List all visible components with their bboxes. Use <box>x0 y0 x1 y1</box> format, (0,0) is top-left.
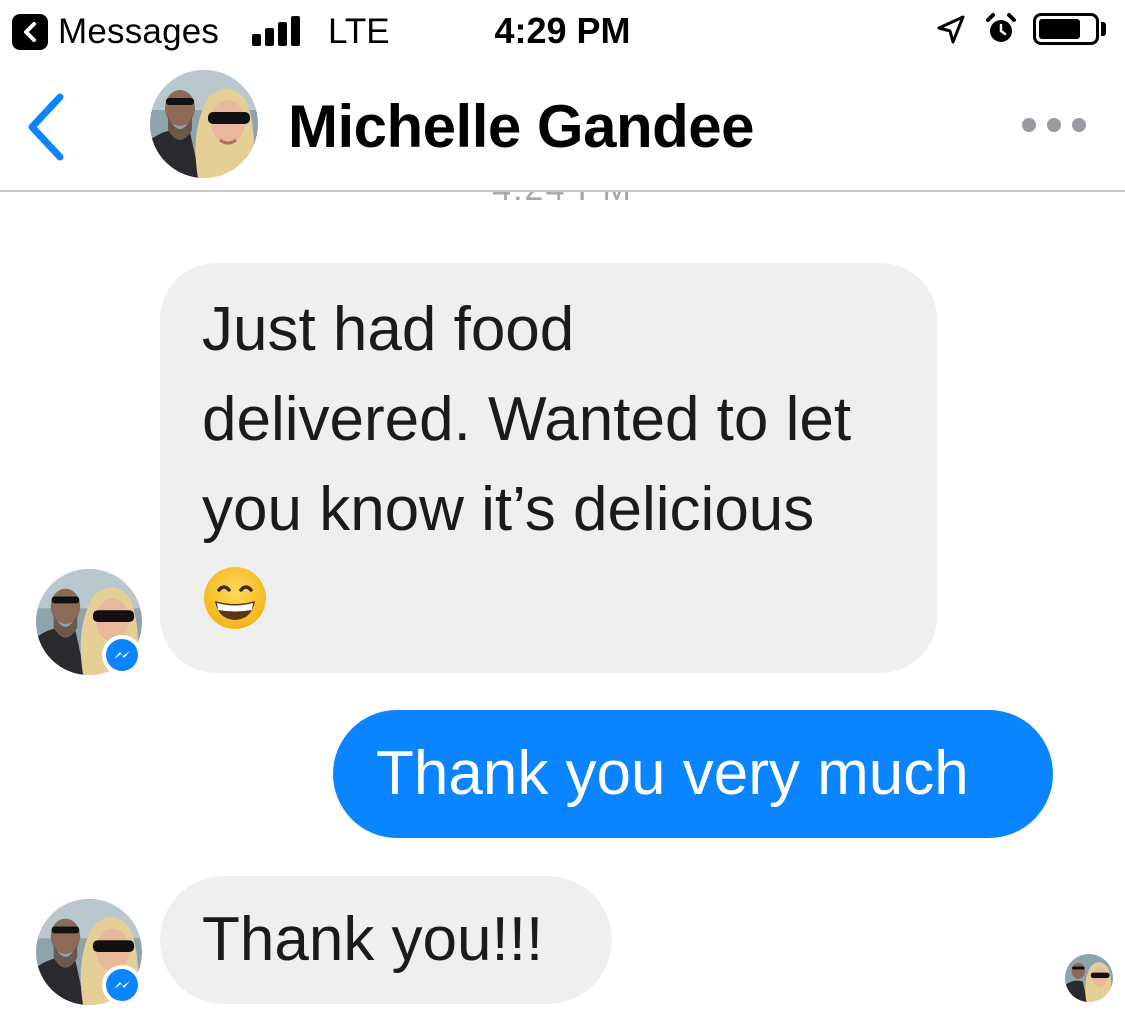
back-button[interactable] <box>16 87 76 167</box>
read-receipt-avatar <box>1065 954 1113 1002</box>
message-text-line: you know it’s delicious <box>202 475 815 544</box>
battery-nub <box>1101 22 1106 36</box>
more-dots-icon <box>1047 118 1061 132</box>
messenger-badge <box>102 965 142 1005</box>
conversation-header: Michelle Gandee <box>0 62 1125 192</box>
contact-name[interactable]: Michelle Gandee <box>288 92 755 161</box>
location-arrow-icon <box>935 14 967 51</box>
messenger-bolt-icon <box>114 651 130 659</box>
incoming-message-bubble[interactable]: Thank you!!! <box>160 876 612 1004</box>
more-dots-icon <box>1022 118 1036 132</box>
incoming-message-bubble[interactable]: Just had food delivered. Wanted to let y… <box>160 263 937 673</box>
contact-avatar[interactable] <box>150 70 258 178</box>
message-text-line: Just had food <box>202 295 575 364</box>
messenger-badge <box>102 635 142 675</box>
messenger-bolt-icon <box>114 981 130 989</box>
chevron-left-icon <box>28 93 64 161</box>
alarm-clock-icon <box>985 12 1017 51</box>
message-text-line: delivered. Wanted to let <box>202 385 852 454</box>
battery-level <box>1039 19 1080 39</box>
grinning-emoji <box>202 565 268 656</box>
outgoing-message-bubble[interactable]: Thank you very much <box>333 710 1053 838</box>
more-options-button[interactable] <box>1022 112 1086 138</box>
status-bar: Messages LTE 4:29 PM <box>0 0 1125 62</box>
battery-icon <box>1033 13 1099 45</box>
message-thread[interactable]: 4:24 PM Just had food delivered. Wanted … <box>0 162 1125 1019</box>
more-dots-icon <box>1072 118 1086 132</box>
